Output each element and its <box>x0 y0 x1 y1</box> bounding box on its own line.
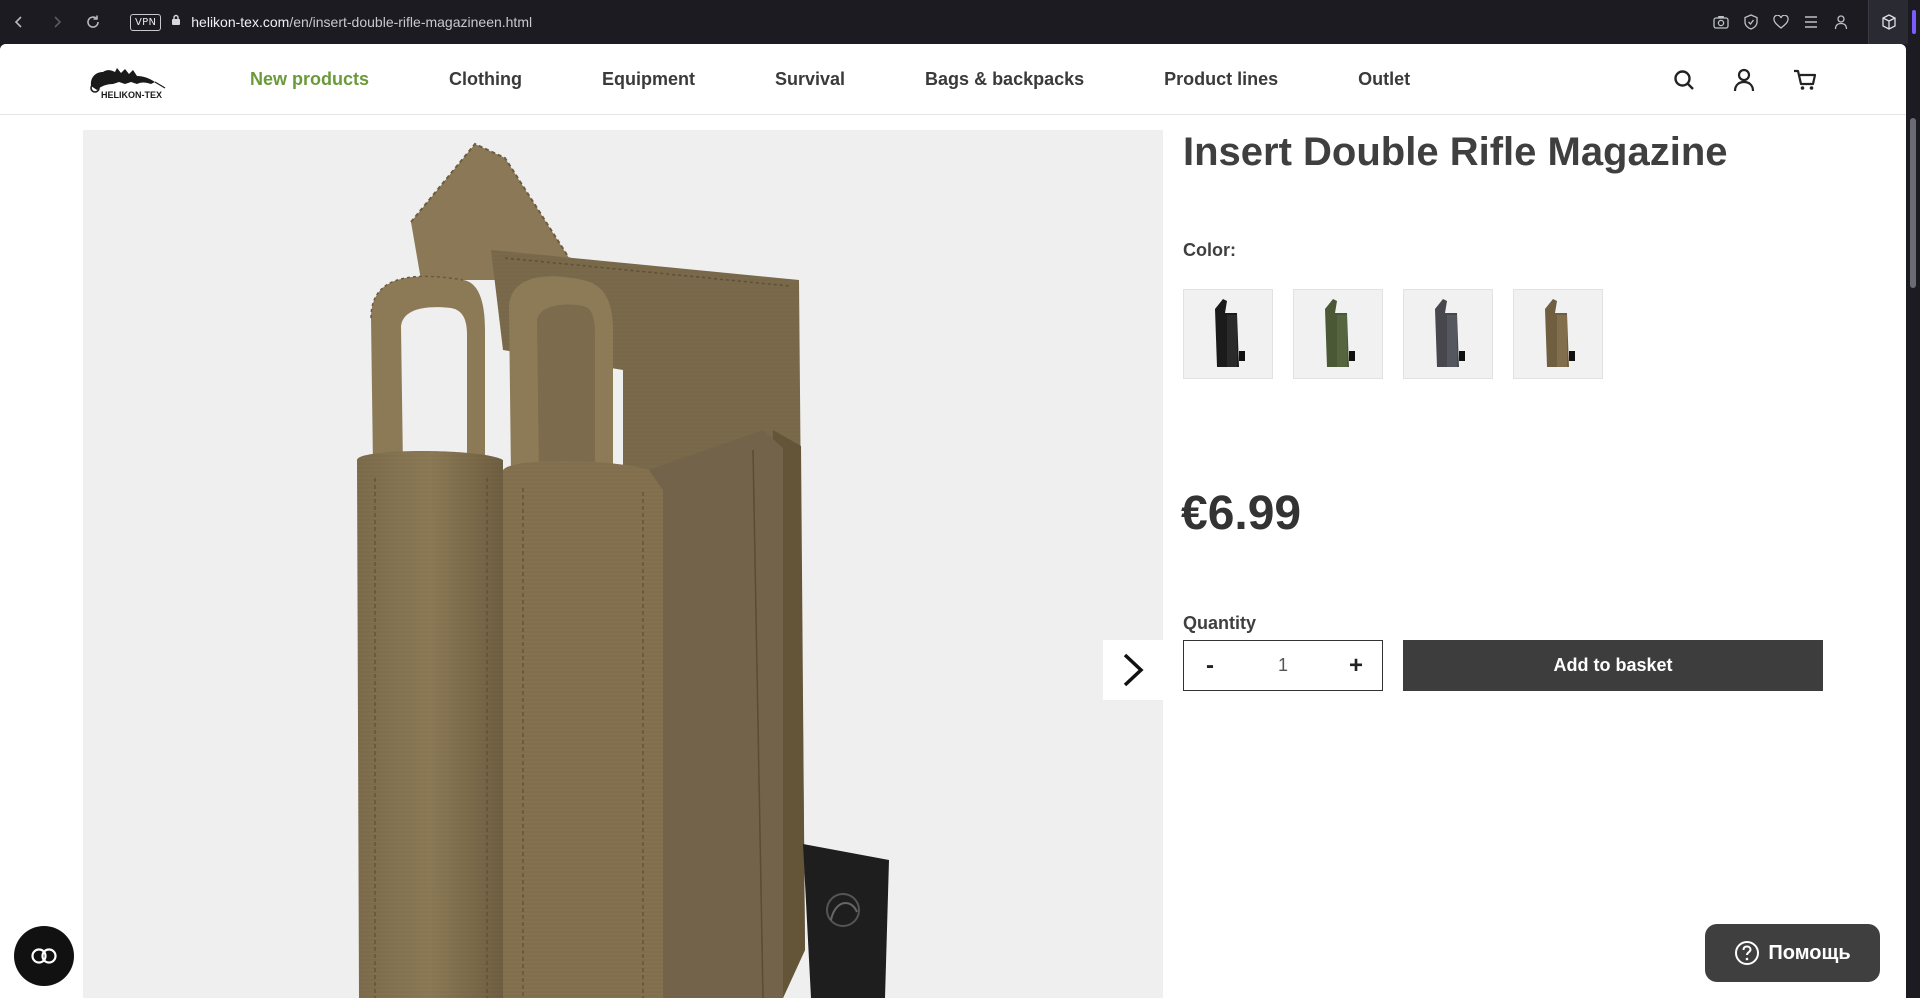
nav-equipment[interactable]: Equipment <box>602 69 695 90</box>
quantity-increase-button[interactable]: + <box>1330 642 1382 690</box>
extension-cube-icon[interactable] <box>1868 0 1908 44</box>
product-image[interactable] <box>83 130 1163 998</box>
address-bar[interactable]: VPN helikon-tex.com/en/insert-double-rif… <box>130 13 532 31</box>
gallery-next-button[interactable] <box>1103 640 1163 700</box>
add-to-basket-button[interactable]: Add to basket <box>1403 640 1823 691</box>
nav-product-lines[interactable]: Product lines <box>1164 69 1278 90</box>
cart-icon[interactable] <box>1793 68 1817 92</box>
swatch-black[interactable] <box>1183 289 1273 379</box>
heart-icon[interactable] <box>1766 7 1796 37</box>
nav-survival[interactable]: Survival <box>775 69 845 90</box>
swatch-shadow-grey[interactable] <box>1403 289 1493 379</box>
menu-list-icon[interactable] <box>1796 7 1826 37</box>
camera-icon[interactable] <box>1706 7 1736 37</box>
color-label: Color: <box>1183 240 1236 260</box>
product-title: Insert Double Rifle Magazine <box>1183 130 1728 174</box>
logo-text: HELIKON-TEX <box>101 90 162 100</box>
search-icon[interactable] <box>1673 68 1695 92</box>
shield-icon[interactable] <box>1736 7 1766 37</box>
account-icon[interactable] <box>1733 68 1755 92</box>
nav-outlet[interactable]: Outlet <box>1358 69 1410 90</box>
nav-bags-backpacks[interactable]: Bags & backpacks <box>925 69 1084 90</box>
header-actions <box>1673 44 1817 115</box>
scrollbar-thumb[interactable] <box>1910 118 1916 288</box>
quantity-label: Quantity <box>1183 613 1257 633</box>
site-header: HELIKON-TEX New products Clothing Equipm… <box>0 44 1906 115</box>
question-icon <box>1735 941 1760 965</box>
quantity-decrease-button[interactable]: - <box>1184 642 1236 690</box>
help-chat-button[interactable]: Помощь <box>1705 924 1880 982</box>
back-icon[interactable] <box>6 9 32 35</box>
cookie-consent-button[interactable] <box>14 926 74 986</box>
nav-new-products[interactable]: New products <box>250 69 369 90</box>
swatch-olive-green[interactable] <box>1293 289 1383 379</box>
profile-icon[interactable] <box>1826 7 1856 37</box>
web-page: HELIKON-TEX New products Clothing Equipm… <box>0 44 1906 998</box>
swatch-coyote[interactable] <box>1513 289 1603 379</box>
url-text[interactable]: helikon-tex.com/en/insert-double-rifle-m… <box>191 14 532 30</box>
page-viewport: HELIKON-TEX New products Clothing Equipm… <box>0 44 1920 998</box>
help-label: Помощь <box>1768 941 1851 964</box>
quantity-stepper: - 1 + <box>1183 640 1383 691</box>
color-swatches <box>1183 289 1603 379</box>
nav-clothing[interactable]: Clothing <box>449 69 522 90</box>
product-price: €6.99 <box>1181 487 1302 540</box>
forward-icon[interactable] <box>44 9 70 35</box>
sidebar-accent <box>1912 10 1916 34</box>
browser-toolbar: VPN helikon-tex.com/en/insert-double-rif… <box>0 0 1920 44</box>
scrollbar[interactable] <box>1906 44 1920 998</box>
helikon-tex-logo[interactable]: HELIKON-TEX <box>85 60 167 100</box>
quantity-input[interactable]: 1 <box>1278 655 1288 676</box>
lock-icon[interactable] <box>171 13 181 31</box>
vpn-badge[interactable]: VPN <box>130 13 162 31</box>
reload-icon[interactable] <box>80 9 106 35</box>
main-navigation: New products Clothing Equipment Survival… <box>250 44 1490 115</box>
